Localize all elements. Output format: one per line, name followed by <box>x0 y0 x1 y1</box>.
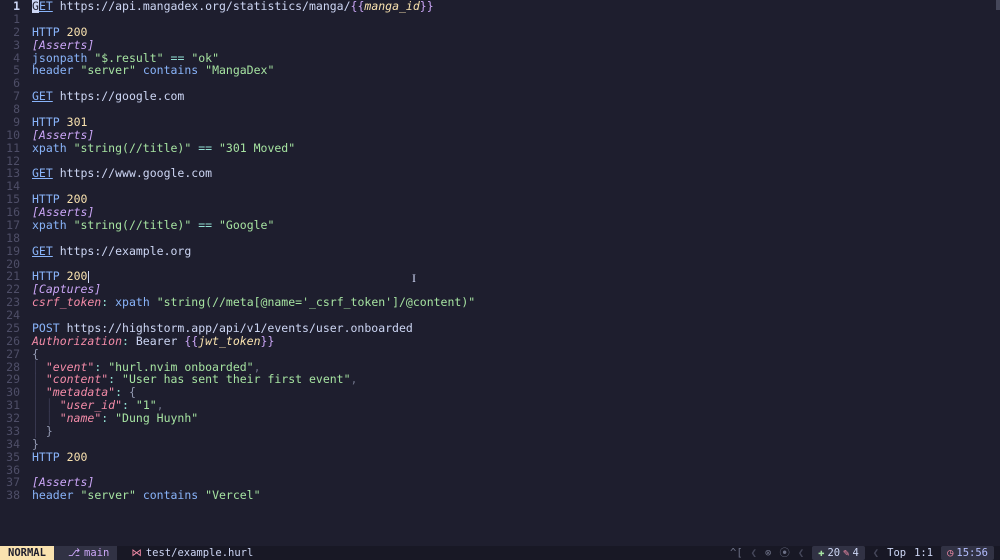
lsp-icon-1: ⊗ <box>765 546 771 560</box>
line-number: 33 <box>0 425 26 438</box>
separator-icon: ❮ <box>798 546 804 560</box>
line-number: 32 <box>0 412 26 425</box>
code-line[interactable]: 7GET https://google.com <box>0 90 1000 103</box>
scrollbar[interactable] <box>996 0 1000 546</box>
scroll-thumb[interactable] <box>996 0 1000 10</box>
code-line[interactable]: 38 header "server" contains "Vercel" <box>0 489 1000 502</box>
code-line[interactable]: 17 xpath "string(//title)" == "Google" <box>0 219 1000 232</box>
git-added-icon: ✚ <box>818 546 824 560</box>
line-number: 38 <box>0 489 26 502</box>
line-number: 1 <box>0 0 26 13</box>
code-line[interactable]: 20 <box>0 258 1000 271</box>
code-content[interactable]: GET https://www.google.com <box>32 167 1000 180</box>
code-content[interactable]: HTTP 200 <box>32 193 1000 206</box>
code-line[interactable]: 26 Authorization: Bearer {{jwt_token}} <box>0 335 1000 348</box>
code-line[interactable]: 1 <box>0 13 1000 26</box>
ibeam-cursor <box>88 271 89 283</box>
line-number: 8 <box>0 103 26 116</box>
code-content[interactable]: GET https://example.org <box>32 245 1000 258</box>
lsp-icon-2: ⦿ <box>779 546 790 560</box>
scroll-percent: Top <box>887 546 906 560</box>
branch-icon: ⎇ <box>68 546 80 560</box>
line-number: 17 <box>0 219 26 232</box>
code-content[interactable]: xpath "string(//title)" == "301 Moved" <box>32 142 1000 155</box>
code-content[interactable]: } <box>32 438 1000 451</box>
code-line[interactable]: 34} <box>0 438 1000 451</box>
block-cursor: G <box>32 0 39 13</box>
line-number: 9 <box>0 116 26 129</box>
code-content[interactable]: Authorization: Bearer {{jwt_token}} <box>32 335 1000 348</box>
separator-icon: ❮ <box>873 546 879 560</box>
code-line[interactable]: 5header "server" contains "MangaDex" <box>0 64 1000 77</box>
code-content[interactable]: GET https://google.com <box>32 90 1000 103</box>
escape-indicator: ^[ <box>730 546 743 560</box>
code-line[interactable]: 8 <box>0 103 1000 116</box>
status-line: NORMAL ⎇ main ⋈ test/example.hurl ^[ ❮ ⊗… <box>0 546 1000 560</box>
code-line[interactable]: 9 HTTP 301 <box>0 116 1000 129</box>
git-added-count: 20 <box>827 546 840 560</box>
file-name: test/example.hurl <box>146 546 253 560</box>
code-line[interactable]: 2 HTTP 200 <box>0 26 1000 39</box>
line-number: 34 <box>0 438 26 451</box>
code-line[interactable]: 1 GET https://api.mangadex.org/statistics… <box>0 0 1000 13</box>
clock: ◷ 15:56 <box>941 546 994 560</box>
status-right: ^[ ❮ ⊗ ⦿ ❮ ✚ 20 ✎ 4 ❮ Top 1:1 ◷ 15:56 <box>724 546 1000 560</box>
code-content[interactable]: xpath "string(//title)" == "Google" <box>32 219 1000 232</box>
code-line[interactable]: 21HTTP 200 <box>0 270 1000 283</box>
code-line[interactable]: 11 xpath "string(//title)" == "301 Moved" <box>0 142 1000 155</box>
mouse-ibeam-cursor: I <box>412 272 416 285</box>
code-content[interactable]: header "server" contains "Vercel" <box>32 489 1000 502</box>
line-number: 35 <box>0 451 26 464</box>
line-number: 1 <box>0 13 26 26</box>
file-icon: ⋈ <box>131 546 142 560</box>
line-number: 11 <box>0 142 26 155</box>
line-number: 19 <box>0 245 26 258</box>
line-number: 26 <box>0 335 26 348</box>
cursor-position: 1:1 <box>914 546 933 560</box>
git-diff-pill: ✚ 20 ✎ 4 <box>812 546 865 560</box>
mode-indicator: NORMAL <box>0 546 54 560</box>
code-editor[interactable]: 1 GET https://api.mangadex.org/statistics… <box>0 0 1000 546</box>
clock-time: 15:56 <box>956 546 988 560</box>
code-line[interactable]: 14 <box>0 180 1000 193</box>
code-line[interactable]: 33 │ } <box>0 425 1000 438</box>
line-number: 2 <box>0 26 26 39</box>
branch-name: main <box>84 546 109 560</box>
line-number: 3 <box>0 39 26 52</box>
code-content[interactable]: HTTP 200 <box>32 26 1000 39</box>
file-segment: ⋈ test/example.hurl <box>117 546 261 560</box>
git-modified-icon: ✎ <box>843 546 849 560</box>
code-content[interactable]: HTTP 200 <box>32 270 1000 283</box>
git-modified-count: 4 <box>852 546 858 560</box>
code-line[interactable]: 15HTTP 200 <box>0 193 1000 206</box>
code-content[interactable]: GET https://api.mangadex.org/statistics/… <box>32 0 1000 13</box>
code-content[interactable]: │ "metadata": { <box>32 386 1000 399</box>
line-number: 27 <box>0 348 26 361</box>
code-line[interactable]: 32 │ │ "name": "Dung Huynh" <box>0 412 1000 425</box>
code-line[interactable]: 29│ "content": "User has sent their firs… <box>0 373 1000 386</box>
code-content[interactable]: │ "content": "User has sent their first … <box>32 373 1000 386</box>
code-content[interactable]: header "server" contains "MangaDex" <box>32 64 1000 77</box>
code-content[interactable]: HTTP 200 <box>32 451 1000 464</box>
code-content[interactable]: HTTP 301 <box>32 116 1000 129</box>
code-line[interactable]: 35 HTTP 200 <box>0 451 1000 464</box>
line-number: 25 <box>0 322 26 335</box>
code-line[interactable]: 23csrf_token: xpath "string(//meta[@name… <box>0 296 1000 309</box>
code-line[interactable]: 36 <box>0 464 1000 477</box>
line-number: 24 <box>0 309 26 322</box>
code-content[interactable]: csrf_token: xpath "string(//meta[@name='… <box>32 296 1000 309</box>
code-line[interactable]: 19 GET https://example.org <box>0 245 1000 258</box>
git-branch: ⎇ main <box>54 546 117 560</box>
line-number: 18 <box>0 232 26 245</box>
clock-icon: ◷ <box>947 546 953 560</box>
separator-icon: ❮ <box>751 546 757 560</box>
code-content[interactable]: │ │ "name": "Dung Huynh" <box>32 412 1000 425</box>
line-number: 16 <box>0 206 26 219</box>
line-number: 10 <box>0 129 26 142</box>
code-line[interactable]: 13GET https://www.google.com <box>0 167 1000 180</box>
code-content[interactable]: │ } <box>32 425 1000 438</box>
